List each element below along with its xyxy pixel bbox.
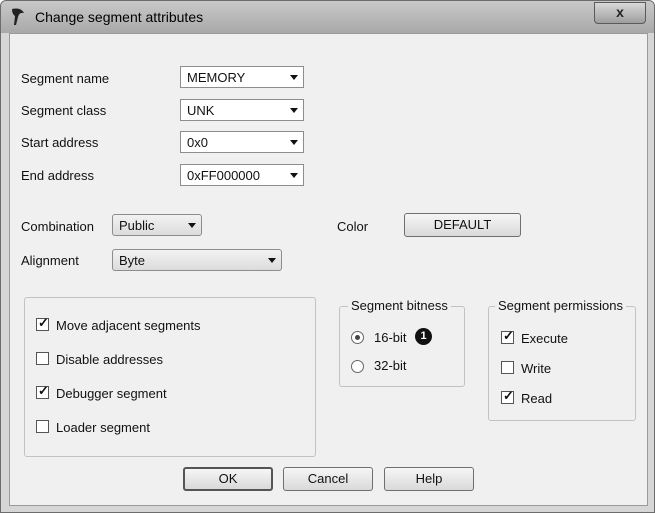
help-button[interactable]: Help: [384, 467, 474, 491]
chevron-down-icon: [290, 108, 298, 113]
debugger-segment-checkbox[interactable]: ✓: [36, 383, 49, 399]
debugger-segment-label: Debugger segment: [56, 386, 167, 401]
check-icon: ✓: [503, 388, 514, 403]
chevron-down-icon: [268, 258, 276, 263]
combination-combo[interactable]: Public: [112, 214, 202, 236]
chevron-down-icon: [188, 223, 196, 228]
write-label: Write: [521, 361, 552, 376]
alignment-combo[interactable]: Byte: [112, 249, 282, 271]
callout-badge: 1: [415, 328, 432, 345]
end-address-combo[interactable]: 0xFF000000: [180, 164, 304, 186]
end-address-value: 0xFF000000: [187, 168, 260, 183]
combination-label: Combination: [21, 219, 94, 234]
loader-segment-checkbox[interactable]: [36, 420, 49, 433]
write-checkbox[interactable]: [501, 361, 514, 374]
move-adjacent-label: Move adjacent segments: [56, 318, 201, 333]
end-address-label: End address: [21, 168, 94, 183]
segment-name-combo[interactable]: MEMORY: [180, 66, 304, 88]
read-checkbox[interactable]: ✓: [501, 388, 514, 404]
color-label: Color: [337, 219, 369, 234]
bitness-16-radio[interactable]: [351, 331, 364, 344]
combination-value: Public: [119, 218, 155, 233]
execute-label: Execute: [521, 331, 568, 346]
chevron-down-icon: [290, 75, 298, 80]
alignment-value: Byte: [119, 253, 146, 268]
color-button[interactable]: DEFAULT: [404, 213, 521, 237]
disable-addresses-label: Disable addresses: [56, 352, 163, 367]
close-icon: x: [616, 4, 624, 20]
check-icon: ✓: [38, 383, 49, 398]
radio-dot: [355, 335, 360, 340]
segment-bitness-title: Segment bitness: [348, 298, 451, 313]
window-title: Change segment attributes: [35, 9, 204, 25]
bitness-32-label: 32-bit: [374, 358, 407, 373]
start-address-value: 0x0: [187, 135, 208, 150]
segment-class-value: UNK: [187, 103, 215, 118]
segment-permissions-title: Segment permissions: [495, 298, 626, 313]
check-icon: ✓: [38, 315, 49, 330]
ok-button[interactable]: OK: [183, 467, 273, 491]
segment-name-label: Segment name: [21, 71, 110, 86]
segment-class-combo[interactable]: UNK: [180, 99, 304, 121]
dialog-body: Segment name MEMORY Segment class UNK St…: [9, 33, 648, 506]
close-button[interactable]: x: [594, 2, 646, 24]
disable-addresses-checkbox[interactable]: [36, 352, 49, 365]
bitness-32-radio[interactable]: [351, 360, 364, 373]
app-icon: [12, 8, 24, 25]
chevron-down-icon: [290, 140, 298, 145]
title-bar[interactable]: Change segment attributes x: [1, 1, 654, 33]
bitness-16-label: 16-bit: [374, 330, 407, 345]
start-address-combo[interactable]: 0x0: [180, 131, 304, 153]
segment-bitness-group: [339, 306, 465, 387]
segment-name-value: MEMORY: [187, 70, 246, 85]
move-adjacent-checkbox[interactable]: ✓: [36, 315, 49, 331]
execute-checkbox[interactable]: ✓: [501, 328, 514, 344]
loader-segment-label: Loader segment: [56, 420, 150, 435]
cancel-button[interactable]: Cancel: [283, 467, 373, 491]
segment-class-label: Segment class: [21, 103, 107, 118]
check-icon: ✓: [503, 328, 514, 343]
alignment-label: Alignment: [21, 253, 79, 268]
chevron-down-icon: [290, 173, 298, 178]
dialog-window: Change segment attributes x Segment name…: [0, 0, 655, 513]
start-address-label: Start address: [21, 135, 99, 150]
read-label: Read: [521, 391, 553, 406]
